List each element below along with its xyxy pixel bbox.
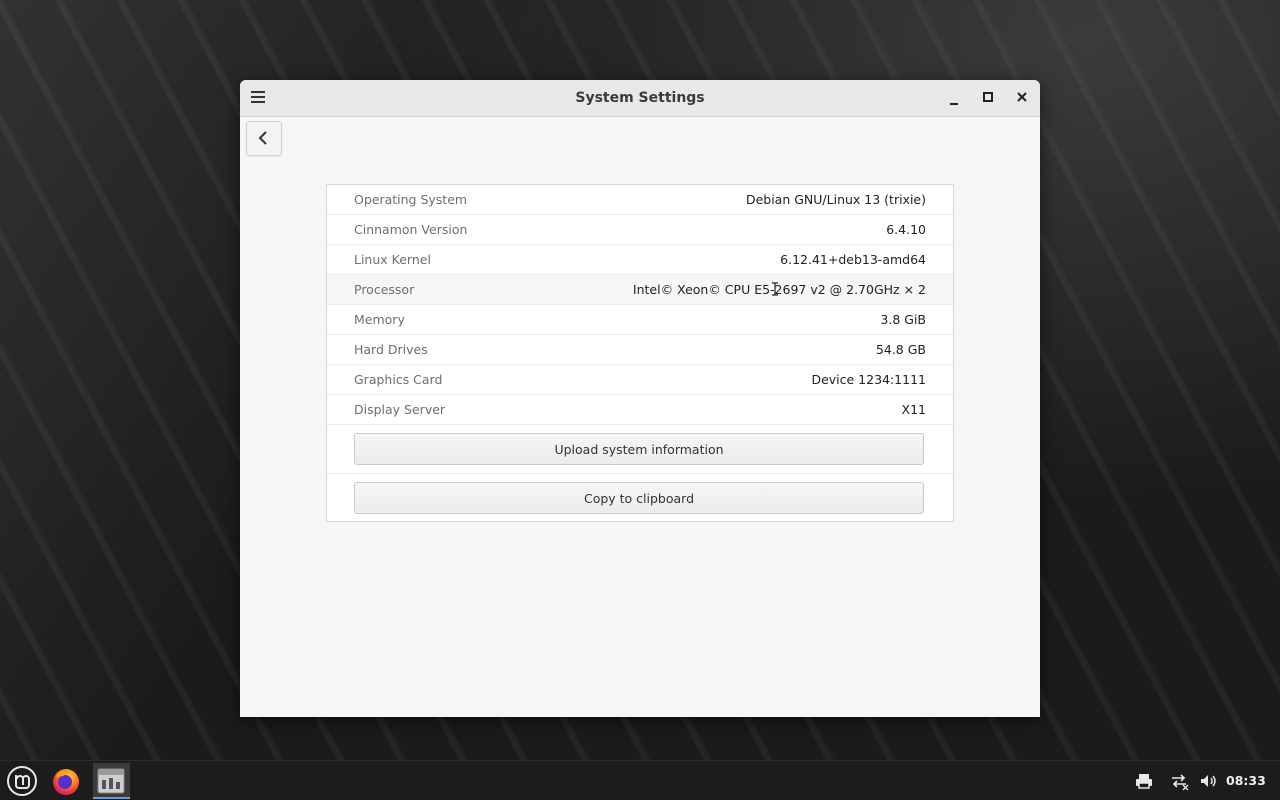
info-row-operating-system: Operating System Debian GNU/Linux 13 (tr… [327, 185, 953, 215]
firefox-icon[interactable] [50, 765, 82, 797]
info-row-memory: Memory 3.8 GiB [327, 305, 953, 335]
info-value: 54.8 GB [875, 342, 926, 357]
close-icon [1017, 92, 1027, 102]
system-settings-icon [97, 768, 125, 794]
info-row-hard-drives: Hard Drives 54.8 GB [327, 335, 953, 365]
info-row-graphics-card: Graphics Card Device 1234:1111 [327, 365, 953, 395]
upload-system-information-button[interactable]: Upload system information [354, 433, 924, 465]
info-row-processor: Processor Intel© Xeon© CPU E5-2697 v2 @ … [327, 275, 953, 305]
info-value: Intel© Xeon© CPU E5-2697 v2 @ 2.70GHz × … [632, 282, 926, 297]
printer-icon[interactable] [1134, 771, 1154, 791]
info-label: Processor [354, 282, 415, 297]
copy-to-clipboard-button[interactable]: Copy to clipboard [354, 482, 924, 514]
info-row-cinnamon-version: Cinnamon Version 6.4.10 [327, 215, 953, 245]
window-title: System Settings [575, 90, 705, 106]
text-cursor-icon [772, 282, 778, 296]
chevron-left-icon [258, 131, 267, 145]
info-label: Graphics Card [354, 372, 443, 387]
info-value: Device 1234:1111 [811, 372, 926, 387]
volume-icon[interactable] [1198, 771, 1218, 791]
info-label: Hard Drives [354, 342, 428, 357]
taskbar: 08:33 [0, 760, 1280, 800]
info-row-display-server: Display Server X11 [327, 395, 953, 425]
info-label: Display Server [354, 402, 446, 417]
system-settings-task-button[interactable] [93, 763, 130, 799]
info-label: Operating System [354, 192, 468, 207]
network-icon[interactable] [1169, 771, 1189, 791]
info-label: Cinnamon Version [354, 222, 468, 237]
clock[interactable]: 08:33 [1226, 761, 1266, 800]
info-value: Debian GNU/Linux 13 (trixie) [745, 192, 926, 207]
system-info-panel: Operating System Debian GNU/Linux 13 (tr… [326, 184, 954, 522]
info-row-linux-kernel: Linux Kernel 6.12.41+deb13-amd64 [327, 245, 953, 275]
upload-button-row: Upload system information [327, 425, 953, 474]
info-value: 3.8 GiB [880, 312, 926, 327]
maximize-button[interactable] [979, 89, 997, 107]
mint-menu-icon[interactable] [6, 765, 38, 797]
system-settings-window: System Settings Operating System Debian … [240, 80, 1040, 717]
info-value: 6.12.41+deb13-amd64 [780, 252, 926, 267]
info-value: 6.4.10 [886, 222, 926, 237]
info-label: Linux Kernel [354, 252, 431, 267]
info-label: Memory [354, 312, 405, 327]
minimize-button[interactable] [945, 89, 963, 107]
minimize-icon [950, 103, 958, 105]
maximize-icon [983, 92, 993, 102]
close-button[interactable] [1013, 89, 1031, 107]
back-button[interactable] [246, 121, 282, 156]
info-value: X11 [901, 402, 926, 417]
copy-button-row: Copy to clipboard [327, 474, 953, 522]
window-titlebar[interactable]: System Settings [240, 80, 1040, 117]
